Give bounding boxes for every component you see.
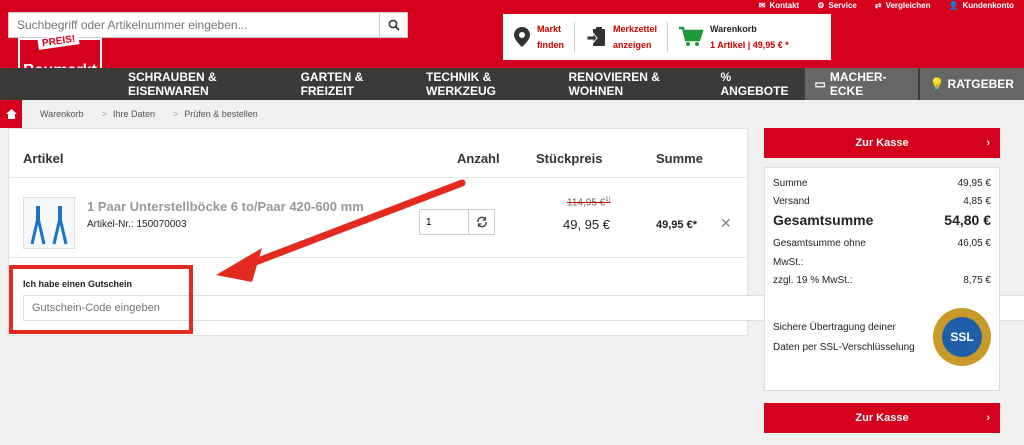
ohne-label-2: MwSt.: [773,257,804,268]
market-finder[interactable]: Markt finden [513,21,574,53]
chevron-right-icon: > [101,109,107,119]
nav-item-macher-ecke[interactable]: ▭ MACHER-ECKE [804,68,918,100]
chevron-right-icon: › [986,137,990,149]
breadcrumb: Warenkorb > Ihre Daten > Prüfen & bestelle… [0,100,1024,128]
header-article: Artikel [23,151,64,166]
account-link[interactable]: 👤 Kundenkonto [948,0,1014,10]
breadcrumb-warenkorb[interactable]: Warenkorb [22,109,84,119]
nav-item-technik[interactable]: TECHNIK & WERKZEUG [416,68,559,100]
ssl-text: Sichere Übertragung deiner Daten per SSL… [773,322,915,353]
update-quantity-button[interactable] [468,210,494,234]
remove-item-icon[interactable]: ✕ [720,215,732,232]
summe-label: Summe [773,178,808,189]
breadcrumb-ihre-daten[interactable]: > Ihre Daten [84,109,155,119]
mwst-value: 8,75 € [963,275,991,286]
card-icon: ▭ [814,77,826,91]
voucher-label: Ich habe einen Gutschein [23,279,133,289]
chevron-right-icon: > [172,109,179,119]
checkout-button-bottom[interactable]: Zur Kasse › [764,403,1000,433]
summe-value: 49,95 € [957,178,991,189]
nav-item-schrauben[interactable]: SCHRAUBEN & EISENWAREN [118,68,291,100]
ssl-seal-text: SSL [942,317,982,357]
nav-label-macher-ecke: MACHER-ECKE [829,70,887,98]
unit-price: 49, 95 € [563,217,610,232]
versand-label: Versand [773,196,810,207]
refresh-icon [476,216,487,228]
search-button[interactable] [379,13,407,37]
ohne-value: 46,05 € [957,238,991,249]
cart-line1: Warenkorb [710,24,757,34]
header-unit-price: Stückpreis [536,151,603,166]
cart-line2: 1 Artikel | 49,95 € * [710,40,789,50]
market-line2: finden [537,40,564,50]
clipboard-icon [586,27,605,46]
breadcrumb-label: Prüfen & bestellen [184,109,258,119]
nav-item-renovieren[interactable]: RENOVIEREN & WOHNEN [559,68,711,100]
cart-panel: Artikel Anzahl Stückpreis Summe 1 Paar U… [8,128,1024,336]
home-icon [5,109,17,119]
nav-item-garten[interactable]: GARTEN & FREIZEIT [291,68,416,100]
versand-value: 4,85 € [963,196,991,207]
chevron-right-icon: › [986,412,990,424]
bulb-icon: 💡 [929,77,945,91]
home-button[interactable] [0,100,22,128]
ohne-label: Gesamtsumme ohne [773,238,866,249]
breadcrumb-label: Warenkorb [40,109,84,119]
header-bar: ✉ Kontakt ⚙ Service ⇄ Vergleichen 👤 Kund… [0,0,1024,86]
jack-stand-image [30,206,68,245]
ssl-seal: SSL [933,308,991,366]
top-links: ✉ Kontakt ⚙ Service ⇄ Vergleichen 👤 Kund… [759,0,1014,10]
compare-link[interactable]: ⇄ Vergleichen [875,0,931,10]
order-summary: Summe 49,95 € Versand 4,85 € Gesamtsumme 54… [764,167,1000,391]
gesamt-value: 54,80 € [944,212,991,228]
search-icon [388,19,400,31]
quick-actions: Markt finden Merkzettel anzeigen Warenkorb… [503,14,831,60]
cart-icon [679,26,704,46]
wishlist-line1: Merkzettel [613,24,658,34]
checkout-label: Zur Kasse [855,137,909,149]
old-price: 114,95 €1) [567,197,611,208]
wishlist-link[interactable]: Merkzettel anzeigen [585,21,667,53]
location-pin-icon [514,27,530,47]
cart-link[interactable]: Warenkorb 1 Artikel | 49,95 € * [678,21,799,53]
header-sum: Summe [656,151,703,166]
product-title[interactable]: 1 Paar Unterstellböcke 6 to/Paar 420-600… [87,199,364,214]
nav-item-angebote[interactable]: % ANGEBOTE [710,68,802,100]
wishlist-line2: anzeigen [613,40,652,50]
contact-link[interactable]: ✉ Kontakt [759,0,799,10]
old-price-value: 114,95 € [567,197,606,209]
service-link[interactable]: ⚙ Service [817,0,857,10]
gesamt-label: Gesamtsumme [773,212,874,228]
market-line1: Markt [537,24,562,34]
nav-label-ratgeber: RATGEBER [947,77,1014,91]
header-qty: Anzahl [457,151,500,166]
breadcrumb-label: Ihre Daten [112,109,155,119]
checkout-label: Zur Kasse [855,412,909,424]
mwst-label: zzgl. 19 % MwSt.: [773,275,853,286]
product-number: Artikel-Nr.: 150070003 [87,219,187,230]
product-image[interactable] [23,197,75,249]
quantity-input[interactable] [420,210,468,234]
breadcrumb-pruefen[interactable]: > Prüfen & bestellen [155,109,258,119]
nav-item-ratgeber[interactable]: 💡 RATGEBER [919,68,1024,100]
search-input[interactable] [9,13,379,37]
old-price-footnote: 1) [605,197,611,203]
quantity-control [419,209,495,235]
main-nav: SCHRAUBEN & EISENWAREN GARTEN & FREIZEIT… [0,68,1024,100]
line-sum: 49,95 €* [656,219,697,231]
checkout-button-top[interactable]: Zur Kasse › [764,128,1000,158]
